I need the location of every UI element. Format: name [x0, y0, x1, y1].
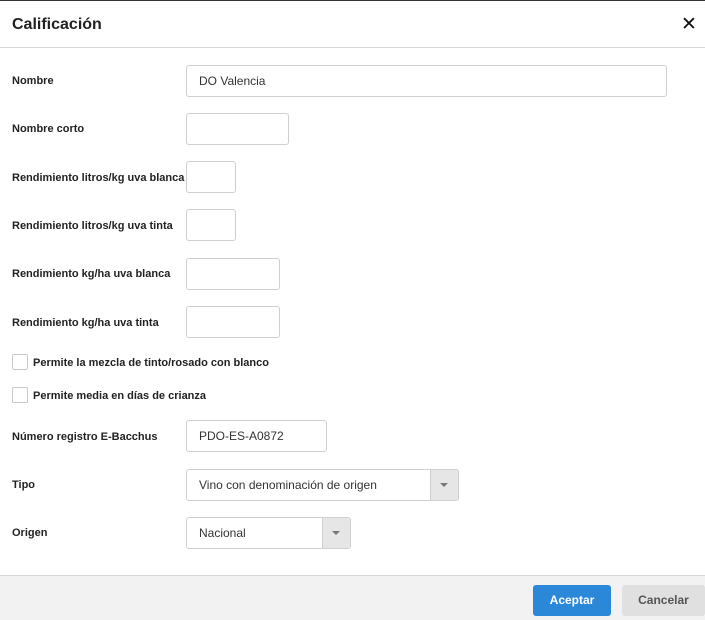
registro-input[interactable]: PDO-ES-A0872 [186, 420, 327, 452]
rend-litros-tinta-label: Rendimiento litros/kg uva tinta [12, 220, 173, 232]
tipo-select-value: Vino con denominación de origen [199, 478, 377, 492]
rend-litros-blanca-label: Rendimiento litros/kg uva blanca [12, 172, 185, 184]
rend-kgha-blanca-label: Rendimiento kg/ha uva blanca [12, 268, 171, 280]
tipo-label: Tipo [12, 479, 36, 491]
rend-litros-blanca-input[interactable] [186, 161, 236, 193]
origen-label: Origen [12, 527, 48, 539]
chevron-down-icon[interactable] [430, 470, 458, 500]
mezcla-label: Permite la mezcla de tinto/rosado con bl… [33, 357, 269, 369]
dialog-footer: Aceptar Cancelar [0, 575, 705, 620]
rend-kgha-tinta-input[interactable] [186, 306, 280, 338]
media-crianza-checkbox[interactable] [12, 387, 28, 403]
nombre-corto-input[interactable] [186, 113, 289, 145]
nombre-corto-label: Nombre corto [12, 123, 85, 135]
close-icon[interactable]: ✕ [681, 15, 697, 34]
header-divider [0, 47, 705, 48]
nombre-input[interactable]: DO Valencia [186, 65, 667, 97]
registro-label: Número registro E-Bacchus [12, 431, 158, 443]
rend-litros-tinta-input[interactable] [186, 209, 236, 241]
origen-select-value: Nacional [199, 526, 246, 540]
media-crianza-label: Permite media en días de crianza [33, 390, 207, 402]
aceptar-button[interactable]: Aceptar [533, 585, 611, 616]
nombre-label: Nombre [12, 75, 54, 87]
dialog-title: Calificación [12, 16, 102, 33]
mezcla-checkbox[interactable] [12, 354, 28, 370]
calificacion-dialog: Calificación ✕ Nombre DO Valencia Nombre… [0, 0, 705, 620]
cancelar-button[interactable]: Cancelar [622, 585, 705, 616]
dialog-top-border [0, 0, 705, 1]
tipo-select[interactable]: Vino con denominación de origen [186, 469, 459, 501]
chevron-down-icon[interactable] [322, 518, 350, 548]
rend-kgha-tinta-label: Rendimiento kg/ha uva tinta [12, 317, 159, 329]
rend-kgha-blanca-input[interactable] [186, 258, 280, 290]
origen-select[interactable]: Nacional [186, 517, 351, 549]
